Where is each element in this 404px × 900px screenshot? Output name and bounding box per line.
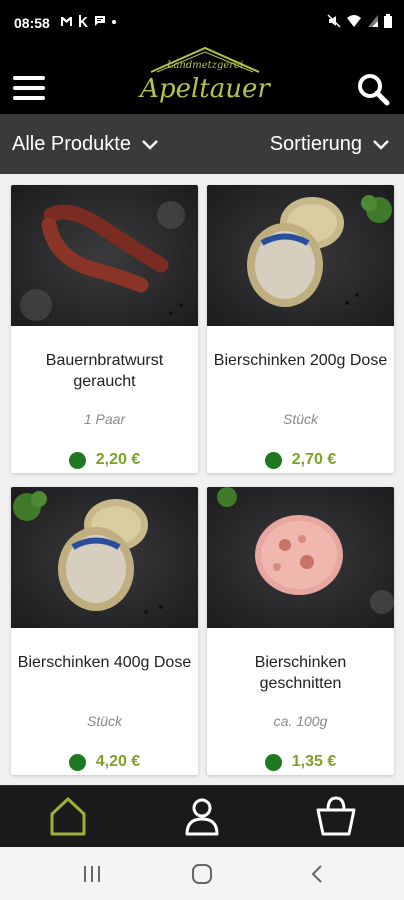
category-label: Alle Produkte bbox=[12, 133, 131, 155]
wifi-icon bbox=[347, 15, 361, 27]
logo-big-text: Apeltauer bbox=[138, 74, 271, 104]
product-image bbox=[11, 487, 198, 628]
logo: Landmetzgerei Apeltauer bbox=[138, 46, 271, 104]
price-row: 4,20 € bbox=[11, 753, 198, 771]
k-app-icon bbox=[79, 15, 89, 27]
product-grid: Bauernbratwurst geraucht 1 Paar 2,20 € B… bbox=[0, 174, 404, 785]
chevron-down-icon bbox=[373, 139, 389, 150]
ham-slice-image bbox=[207, 487, 394, 628]
product-card[interactable]: Bierschinken 400g Dose Stück 4,20 € bbox=[11, 487, 198, 775]
product-unit: Stück bbox=[86, 713, 122, 729]
product-unit: ca. 100g bbox=[273, 713, 328, 729]
product-price: 4,20 € bbox=[95, 753, 141, 770]
chevron-down-icon bbox=[142, 139, 158, 150]
product-price: 1,35 € bbox=[291, 753, 337, 770]
home-circle-icon[interactable] bbox=[190, 863, 214, 885]
bottom-nav bbox=[0, 785, 404, 847]
tin-can-image bbox=[11, 487, 198, 628]
product-image bbox=[207, 185, 394, 326]
sort-label: Sortierung bbox=[269, 133, 362, 155]
system-nav bbox=[0, 847, 404, 900]
product-card[interactable]: Bierschinken 200g Dose Stück 2,70 € bbox=[207, 185, 394, 473]
mute-icon bbox=[327, 14, 341, 28]
product-unit: Stück bbox=[282, 411, 318, 427]
dot-icon bbox=[112, 20, 117, 24]
product-unit: 1 Paar bbox=[83, 411, 126, 427]
menu-line bbox=[13, 76, 45, 80]
menu-line bbox=[13, 86, 45, 90]
product-image bbox=[11, 185, 198, 326]
availability-dot-icon bbox=[68, 753, 86, 771]
tin-can-image bbox=[207, 185, 394, 326]
search-icon[interactable] bbox=[356, 72, 390, 106]
signal-icon bbox=[368, 15, 378, 27]
message-icon bbox=[94, 16, 105, 26]
category-dropdown[interactable]: Alle Produkte bbox=[12, 133, 159, 156]
user-icon[interactable] bbox=[180, 794, 224, 838]
back-icon[interactable] bbox=[306, 863, 330, 885]
gmail-icon bbox=[61, 17, 72, 26]
sort-dropdown[interactable]: Sortierung bbox=[270, 133, 390, 156]
status-bar: 08:58 bbox=[0, 0, 404, 44]
filter-bar: Alle Produkte Sortierung bbox=[0, 114, 404, 174]
availability-dot-icon bbox=[264, 451, 282, 469]
product-price: 2,70 € bbox=[291, 451, 337, 468]
price-row: 2,70 € bbox=[207, 451, 394, 469]
product-card[interactable]: Bauernbratwurst geraucht 1 Paar 2,20 € bbox=[11, 185, 198, 473]
status-right-icons bbox=[327, 14, 392, 28]
product-name: Bierschinken geschnitten bbox=[254, 654, 347, 692]
app-header: Landmetzgerei Apeltauer bbox=[0, 44, 404, 114]
product-image bbox=[207, 487, 394, 628]
logo-small-text: Landmetzgerei bbox=[166, 60, 243, 71]
home-icon[interactable] bbox=[46, 794, 90, 838]
price-row: 1,35 € bbox=[207, 753, 394, 771]
battery-icon bbox=[384, 14, 392, 28]
status-time: 08:58 bbox=[14, 15, 50, 31]
recent-apps-icon[interactable] bbox=[80, 863, 104, 885]
product-price: 2,20 € bbox=[95, 451, 141, 468]
sausage-image bbox=[11, 185, 198, 326]
product-name: Bierschinken 400g Dose bbox=[17, 654, 192, 671]
product-card[interactable]: Bierschinken geschnitten ca. 100g 1,35 € bbox=[207, 487, 394, 775]
product-name: Bauernbratwurst geraucht bbox=[45, 352, 164, 390]
notification-icons bbox=[60, 15, 117, 30]
basket-icon[interactable] bbox=[314, 794, 358, 838]
availability-dot-icon bbox=[264, 753, 282, 771]
availability-dot-icon bbox=[68, 451, 86, 469]
menu-button[interactable] bbox=[13, 76, 45, 102]
product-name: Bierschinken 200g Dose bbox=[213, 352, 388, 369]
menu-line bbox=[13, 96, 45, 100]
price-row: 2,20 € bbox=[11, 451, 198, 469]
